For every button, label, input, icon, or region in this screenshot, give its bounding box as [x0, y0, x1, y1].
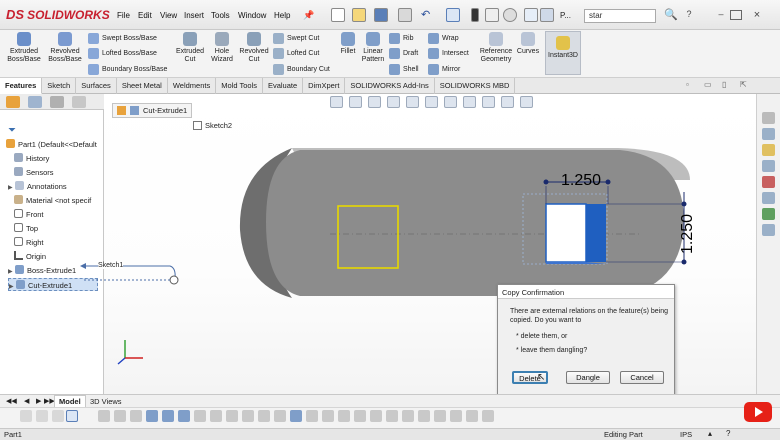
dialog-option-delete: * delete them, or [516, 333, 568, 340]
appearances-icon[interactable] [762, 176, 775, 188]
callout-handle-icon [169, 275, 179, 285]
part-front-face [266, 150, 684, 296]
filter-datum-feature-icon[interactable] [338, 410, 350, 422]
units-dropdown-icon[interactable]: ▴ [708, 429, 712, 438]
nav-first-icon[interactable]: ◀◀ [6, 397, 17, 405]
design-library-icon[interactable] [762, 128, 775, 140]
nav-prev-icon[interactable]: ◀ [24, 397, 29, 405]
status-bar: Part1 Editing Part IPS ▴ ? [0, 428, 780, 440]
select-filter-icon[interactable] [20, 410, 32, 422]
view-palette-icon[interactable] [762, 160, 775, 172]
toggle-filter-icon[interactable] [36, 410, 48, 422]
custom-properties-icon[interactable] [762, 192, 775, 204]
dim-end-icon [543, 179, 549, 185]
filter-dimensions-icon[interactable] [274, 410, 286, 422]
breadcrumb-sketch[interactable]: Sketch2 [193, 121, 232, 130]
filter-connection-points-icon[interactable] [434, 410, 446, 422]
heads-up-view-toolbar [330, 96, 533, 108]
clear-filter-icon[interactable] [52, 410, 64, 422]
section-view-icon[interactable] [387, 96, 400, 108]
filter-solid-bodies-icon[interactable] [146, 410, 158, 422]
status-mode: Editing Part [604, 430, 643, 439]
hide-show-items-icon[interactable] [444, 96, 457, 108]
task-pane-extra-icon[interactable] [762, 224, 775, 236]
dangle-button[interactable]: Dangle [566, 371, 610, 384]
dim-end-icon [681, 201, 687, 207]
filter-faces-icon[interactable] [130, 410, 142, 422]
filter-notes-icon[interactable] [322, 410, 334, 422]
filter-blocks-icon[interactable] [402, 410, 414, 422]
breadcrumb-feature[interactable]: Cut-Extrude1 [112, 103, 193, 118]
display-pane-icon[interactable] [520, 96, 533, 108]
filter-midpoints-icon[interactable] [242, 410, 254, 422]
cut-extrude-icon [130, 106, 139, 115]
filter-surface-finish-icon[interactable] [290, 410, 302, 422]
mouse-cursor-icon: ↖ [537, 372, 546, 383]
edit-appearance-icon[interactable] [463, 96, 476, 108]
filter-centerpoints-icon[interactable] [258, 410, 270, 422]
filter-centerline-icon[interactable] [482, 410, 494, 422]
filter-sketch-points-icon[interactable] [210, 410, 222, 422]
part-icon [117, 106, 126, 115]
filter-datum-target-icon[interactable] [370, 410, 382, 422]
filter-axes-icon[interactable] [178, 410, 190, 422]
filter-dowel-pin-icon[interactable] [418, 410, 430, 422]
filter-geometric-tolerance-icon[interactable] [306, 410, 318, 422]
sketch-callout-label[interactable]: Sketch1 [98, 262, 124, 269]
file-explorer-icon[interactable] [762, 144, 775, 156]
dialog-message: There are external relations on the feat… [510, 308, 668, 324]
status-document: Part1 [4, 430, 22, 439]
dimension-horizontal-value[interactable]: 1.250 [561, 172, 601, 190]
display-style-icon[interactable] [425, 96, 438, 108]
status-help-icon[interactable]: ? [726, 429, 730, 438]
task-pane-tabs [756, 94, 780, 394]
filter-routing-points-icon[interactable] [450, 410, 462, 422]
cut-opening [545, 203, 587, 263]
view-settings-icon[interactable] [501, 96, 514, 108]
dim-end-icon [681, 259, 687, 265]
solidworks-forum-icon[interactable] [762, 208, 775, 220]
callout-arrow-icon [80, 263, 86, 269]
sketch-icon [193, 121, 202, 130]
view-orientation-icon[interactable] [406, 96, 419, 108]
dimension-vertical-value[interactable]: 1.250 [679, 214, 697, 254]
copy-confirmation-dialog: Copy Confirmation There are external rel… [497, 284, 675, 396]
select-pointer-icon[interactable] [66, 410, 78, 422]
filter-sketch-segments-icon[interactable] [226, 410, 238, 422]
apply-scene-icon[interactable] [482, 96, 495, 108]
solidworks-resources-icon[interactable] [762, 112, 775, 124]
zoom-to-fit-icon[interactable] [330, 96, 343, 108]
dim-end-icon [605, 179, 611, 185]
triad-z-axis [117, 357, 126, 365]
youtube-subscribe-icon[interactable] [744, 402, 772, 422]
filter-cosmetic-thread-icon[interactable] [386, 410, 398, 422]
previous-view-icon[interactable] [368, 96, 381, 108]
filter-edges-icon[interactable] [114, 410, 126, 422]
tab-3d-views[interactable]: 3D Views [86, 396, 126, 407]
nav-next-icon[interactable]: ▶ [36, 397, 41, 405]
cut-inner-face [586, 204, 606, 262]
filter-mid-surfaces-icon[interactable] [466, 410, 478, 422]
filter-vertices-icon[interactable] [98, 410, 110, 422]
status-units[interactable]: IPS [680, 430, 692, 439]
dialog-option-dangle: * leave them dangling? [516, 347, 588, 354]
cancel-button[interactable]: Cancel [620, 371, 664, 384]
bottom-tabs: ◀◀ ◀ ▶ ▶▶ Model 3D Views [0, 394, 780, 408]
breadcrumb: Cut-Extrude1 [112, 103, 193, 118]
dialog-title: Copy Confirmation [498, 285, 674, 299]
filter-weld-symbol-icon[interactable] [354, 410, 366, 422]
filter-surface-bodies-icon[interactable] [162, 410, 174, 422]
zoom-area-icon[interactable] [349, 96, 362, 108]
filter-planes-icon[interactable] [194, 410, 206, 422]
